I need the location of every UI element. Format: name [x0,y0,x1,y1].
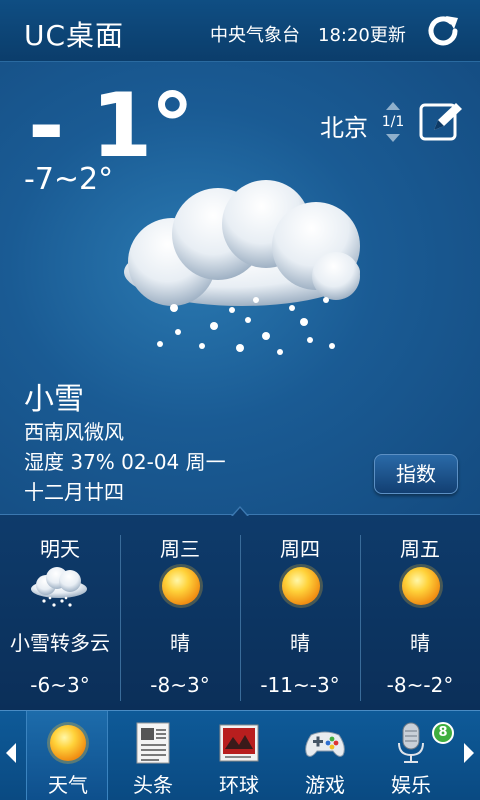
forecast-day-wed[interactable]: 周三 晴 -8~3° [120,515,240,711]
forecast-condition: 晴 [170,631,190,655]
refresh-icon[interactable] [422,10,464,52]
header-bar: UC桌面 中央气象台 18:20更新 [0,0,480,62]
forecast-day-label: 周四 [280,537,320,561]
forecast-day-tomorrow[interactable]: 明天 小雪转多云 -6~3° [0,515,120,711]
wind-info: 西南风微风 [24,420,124,444]
weather-source: 中央气象台 [210,25,300,46]
forecast-condition: 晴 [410,631,430,655]
current-condition: 小雪 [24,382,84,417]
forecast-panel: 明天 小雪转多云 -6~3° 周三 晴 -8~3° 周四 晴 -11~-3° 周… [0,514,480,710]
forecast-day-thu[interactable]: 周四 晴 -11~-3° [240,515,360,711]
panel-pointer-icon [231,506,249,516]
forecast-day-label: 周三 [160,537,200,561]
temperature-range: -7~2° [24,162,114,197]
light-snow-cloud-icon [124,180,360,355]
microphone-icon [398,722,424,763]
forecast-day-fri[interactable]: 周五 晴 -8~-2° [360,515,480,711]
nav-label: 头条 [133,773,173,797]
sun-icon [279,564,323,608]
forecast-condition: 晴 [290,631,310,655]
city-page-indicator: 1/1 [381,114,405,130]
current-temperature: - 1° [28,74,194,177]
magazine-icon [219,724,259,762]
nav-item-games[interactable]: 游戏 [284,711,366,800]
sun-icon [159,564,203,608]
forecast-temperature: -6~3° [30,673,90,697]
nav-label: 游戏 [305,773,345,797]
current-weather-panel: - 1° -7~2° 北京 1/1 小雪 西南风微风 湿度 37% 02-04 … [0,62,480,514]
forecast-day-label: 周五 [400,537,440,561]
city-name[interactable]: 北京 [320,108,368,143]
nav-item-headlines[interactable]: 头条 [112,711,194,800]
nav-item-global[interactable]: 环球 [198,711,280,800]
forecast-temperature: -8~3° [150,673,210,697]
edit-icon[interactable] [418,100,464,144]
forecast-day-label: 明天 [40,537,80,561]
notification-badge: 8 [432,722,454,744]
nav-item-weather[interactable]: 天气 [26,711,108,800]
humidity-date: 湿度 37% 02-04 周一 [24,450,226,474]
lunar-date: 十二月廿四 [24,480,124,504]
snow-cloud-icon [31,567,87,607]
nav-label: 娱乐 [391,773,431,797]
update-time: 18:20更新 [318,25,406,46]
scroll-right-arrow-icon[interactable] [462,739,476,767]
nav-label: 环球 [219,773,259,797]
gamepad-icon [305,731,345,757]
nav-label: 天气 [48,773,88,797]
index-button[interactable]: 指数 [374,454,458,494]
sun-icon [399,564,443,608]
bottom-nav-bar: 天气 头条 环球 游戏 娱乐 [0,710,480,800]
newspaper-icon [136,722,170,764]
forecast-temperature: -8~-2° [386,673,454,697]
scroll-left-arrow-icon[interactable] [4,739,18,767]
forecast-condition: 小雪转多云 [10,631,110,655]
sun-icon [47,722,89,764]
app-title: UC桌面 [24,19,125,52]
forecast-temperature: -11~-3° [260,673,340,697]
